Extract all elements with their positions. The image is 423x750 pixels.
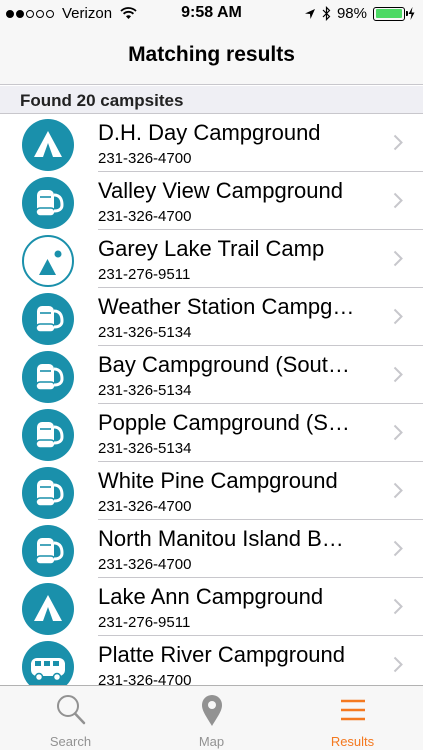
result-row[interactable]: D.H. Day Campground 231-326-4700: [0, 114, 423, 172]
tab-map-label: Map: [198, 734, 225, 749]
tab-results[interactable]: Results: [282, 686, 423, 750]
campsite-name: White Pine Campground: [98, 468, 338, 493]
campsite-phone: 231-326-4700: [98, 498, 192, 515]
results-list[interactable]: D.H. Day Campground 231-326-4700 Valley Vi…: [0, 114, 423, 685]
backpack-icon: [22, 351, 74, 403]
backpack-icon: [22, 293, 74, 345]
results-count-header: Found 20 campsites: [0, 86, 423, 114]
navigation-bar: Matching results: [0, 28, 423, 85]
backpack-icon: [22, 177, 74, 229]
result-row[interactable]: White Pine Campground 231-326-4700: [0, 462, 423, 520]
chevron-right-icon: [393, 424, 403, 441]
campsite-name: Weather Station Campg…: [98, 294, 355, 319]
list-icon: [340, 699, 365, 721]
campsite-phone: 231-326-5134: [98, 324, 192, 341]
result-row[interactable]: Garey Lake Trail Camp 231-276-9511: [0, 230, 423, 288]
chevron-right-icon: [393, 656, 403, 673]
tent-icon: [22, 583, 74, 635]
tab-results-label: Results: [330, 734, 375, 749]
campsite-phone: 231-326-4700: [98, 556, 192, 573]
battery-fill: [375, 9, 402, 18]
battery-percent: 98%: [336, 5, 367, 22]
campsite-name: North Manitou Island B…: [98, 526, 344, 551]
chevron-right-icon: [393, 482, 403, 499]
tab-map[interactable]: Map: [141, 686, 282, 750]
chevron-right-icon: [393, 366, 403, 383]
campsite-phone: 231-276-9511: [98, 266, 191, 283]
result-row[interactable]: Platte River Campground 231-326-4700: [0, 636, 423, 685]
results-count-label: Found 20 campsites: [20, 91, 184, 110]
campsite-phone: 231-326-4700: [98, 672, 192, 685]
search-icon: [56, 695, 85, 725]
campsite-name: Popple Campground (S…: [98, 410, 350, 435]
campsite-name: Lake Ann Campground: [98, 584, 324, 609]
campsite-phone: 231-326-4700: [98, 208, 192, 225]
chevron-right-icon: [393, 250, 403, 267]
chevron-right-icon: [393, 540, 403, 557]
tab-search[interactable]: Search: [0, 686, 141, 750]
trail-camp-icon: [22, 235, 74, 287]
campsite-phone: 231-326-4700: [98, 150, 192, 167]
result-row[interactable]: Lake Ann Campground 231-276-9511: [0, 578, 423, 636]
tab-search-label: Search: [49, 734, 92, 749]
tent-icon: [22, 119, 74, 171]
status-bar: Verizon 9:58 AM 98%: [0, 0, 423, 28]
campsite-name: Platte River Campground: [98, 642, 346, 667]
campsite-name: Bay Campground (Sout…: [98, 352, 350, 377]
charging-bolt-icon: [408, 7, 415, 20]
status-right: 98%: [298, 5, 415, 22]
tab-bar: Search Map Results: [0, 685, 423, 750]
chevron-right-icon: [393, 134, 403, 151]
campsite-name: Garey Lake Trail Camp: [98, 236, 325, 261]
map-pin-icon: [201, 695, 222, 726]
chevron-right-icon: [393, 598, 403, 615]
backpack-icon: [22, 467, 74, 519]
chevron-right-icon: [393, 308, 403, 325]
page-title: Matching results: [128, 43, 295, 66]
bluetooth-icon: [322, 6, 331, 21]
campsite-phone: 231-326-5134: [98, 382, 192, 399]
campsite-phone: 231-276-9511: [98, 614, 191, 631]
campsite-name: D.H. Day Campground: [98, 120, 321, 145]
result-row[interactable]: Bay Campground (Sout… 231-326-5134: [0, 346, 423, 404]
result-row[interactable]: North Manitou Island B… 231-326-4700: [0, 520, 423, 578]
result-row[interactable]: Valley View Campground 231-326-4700: [0, 172, 423, 230]
location-arrow-icon: [304, 8, 315, 19]
backpack-icon: [22, 409, 74, 461]
result-row[interactable]: Weather Station Campg… 231-326-5134: [0, 288, 423, 346]
campsite-name: Valley View Campground: [98, 178, 343, 203]
backpack-icon: [22, 525, 74, 577]
chevron-right-icon: [393, 192, 403, 209]
campsite-phone: 231-326-5134: [98, 440, 192, 457]
result-row[interactable]: Popple Campground (S… 231-326-5134: [0, 404, 423, 462]
battery-icon: [373, 6, 408, 21]
rv-icon: [22, 641, 74, 685]
